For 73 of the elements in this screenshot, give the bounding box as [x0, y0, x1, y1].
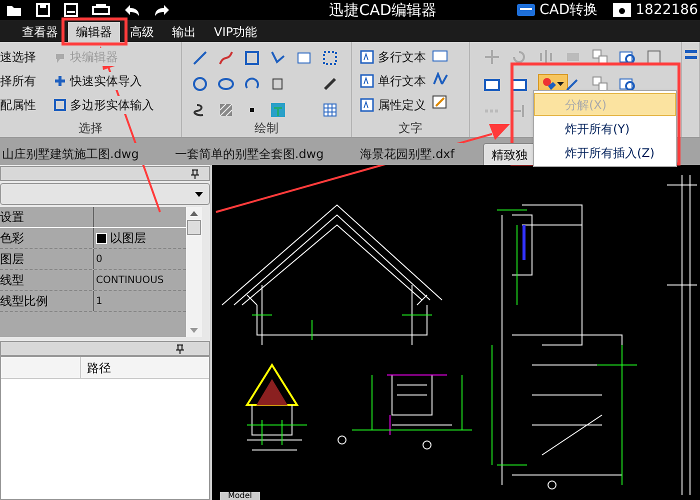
polyline-icon[interactable] [218, 50, 234, 66]
polygon-icon [54, 99, 66, 111]
stack-icon[interactable] [684, 48, 698, 62]
scroll-up-icon[interactable] [190, 211, 198, 216]
ribbon-command[interactable]: 配属性 [0, 96, 48, 114]
region-icon[interactable] [322, 50, 338, 66]
convert-label[interactable]: CAD转换 [540, 0, 598, 20]
highlight-frame [62, 18, 128, 46]
ribbon-command[interactable]: 择所有 [0, 72, 48, 90]
hatch-icon[interactable] [218, 102, 234, 118]
menu-tab[interactable]: 高级 [122, 22, 162, 42]
menu-item[interactable]: 炸开所有(Y) [534, 117, 676, 140]
scrollbar[interactable] [186, 207, 202, 337]
field-icon[interactable] [432, 49, 448, 63]
layout-tab[interactable]: Model [220, 492, 260, 500]
explode-icon [542, 76, 556, 90]
user-icon[interactable] [612, 2, 632, 18]
circle-icon[interactable] [192, 76, 208, 92]
scroll-down-icon[interactable] [190, 328, 198, 333]
ribbon-command[interactable]: 速选择 [0, 48, 48, 66]
insert-icon[interactable] [619, 76, 635, 92]
property-name: 色彩 [0, 228, 94, 248]
property-name: 图层 [0, 249, 94, 269]
save-icon[interactable] [36, 3, 50, 17]
property-name: 线型比例 [0, 291, 94, 311]
converter-icon[interactable] [516, 3, 536, 17]
group-label: 绘制 [254, 120, 280, 137]
scroll-thumb[interactable] [187, 220, 201, 235]
folder-icon[interactable] [6, 3, 22, 17]
line-icon[interactable] [192, 50, 208, 66]
text-icon [360, 74, 374, 88]
caret-icon [195, 192, 203, 196]
color-swatch [96, 232, 107, 244]
menu-tab[interactable]: VIP功能 [206, 22, 265, 42]
rectangle-icon[interactable] [244, 50, 260, 66]
ribbon-command[interactable]: 多行文本 [360, 48, 426, 66]
account-name[interactable]: 1822186 [636, 0, 698, 20]
ellipse-icon[interactable] [218, 76, 234, 92]
menu-tab[interactable]: 查看器 [14, 22, 66, 42]
arc-icon[interactable] [244, 76, 260, 92]
menu-tab[interactable]: 输出 [164, 22, 204, 42]
property-value: CONTINUOUS [96, 274, 164, 288]
document-tab[interactable]: 山庄别墅建筑施工图.dwg [2, 143, 147, 165]
property-name: 线型 [0, 270, 94, 290]
property-value: 以图层 [110, 230, 146, 247]
panel-icon[interactable] [646, 48, 662, 64]
printer-icon[interactable] [92, 3, 110, 17]
pin-icon[interactable] [191, 168, 199, 178]
text-style-icon[interactable] [432, 72, 448, 86]
save-as-icon[interactable] [64, 3, 78, 17]
window-title: 迅捷CAD编辑器 [328, 0, 438, 21]
group-label: 文字 [398, 120, 424, 137]
ribbon-command[interactable]: 属性定义 [360, 96, 426, 114]
menu-tab[interactable]: 编辑器 [68, 22, 120, 42]
insert-icon[interactable] [619, 48, 635, 64]
redo-icon[interactable] [154, 3, 170, 17]
caret-icon [557, 82, 564, 86]
pin-icon[interactable] [176, 344, 184, 354]
grid-icon[interactable] [322, 102, 338, 118]
menu-item[interactable]: 炸开所有插入(Z) [534, 141, 676, 164]
pen-icon[interactable] [322, 76, 338, 92]
property-name: 设置 [0, 207, 94, 227]
undo-icon[interactable] [124, 3, 140, 17]
ribbon-command[interactable]: 单行文本 [360, 72, 426, 90]
spline-icon[interactable] [270, 50, 286, 66]
property-value: 1 [96, 294, 102, 308]
text-icon [360, 50, 374, 64]
property-value: 0 [96, 252, 102, 266]
ribbon-command[interactable]: 多边形实体输入 [54, 96, 154, 114]
edit-text-icon[interactable] [432, 95, 448, 109]
text-icon [360, 98, 374, 112]
plus-icon [54, 75, 66, 87]
group-label: 选择 [78, 120, 104, 137]
